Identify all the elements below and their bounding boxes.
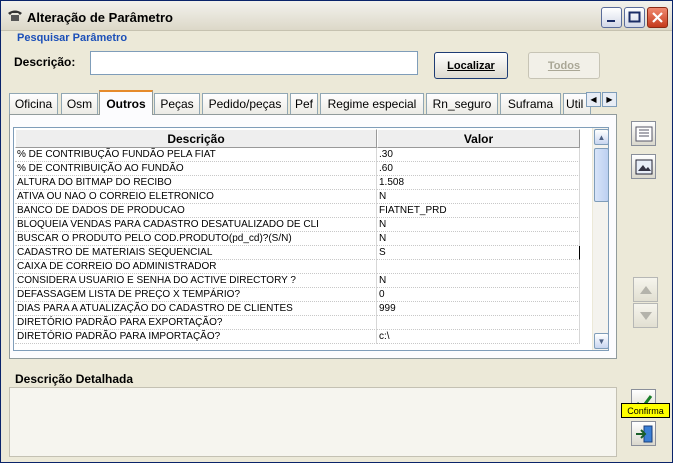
table-row[interactable]: CADASTRO DE MATERIAIS SEQUENCIAL S	[15, 246, 580, 260]
table-row[interactable]: DEFASSAGEM LISTA DE PREÇO X TEMPÁRIO? 0	[15, 288, 580, 302]
window-title: Alteração de Parâmetro	[27, 10, 173, 25]
exit-button[interactable]	[631, 421, 656, 446]
table-row[interactable]: DIAS PARA A ATUALIZAÇÃO DO CADASTRO DE C…	[15, 302, 580, 316]
detail-section-title: Descrição Detalhada	[9, 372, 617, 388]
maximize-button[interactable]	[624, 7, 645, 28]
list-view-button[interactable]	[631, 121, 656, 146]
chevron-down-icon: ▼	[597, 336, 606, 346]
tab-regime-especial[interactable]: Regime especial	[320, 93, 424, 114]
table-row[interactable]: DIRETÓRIO PADRÃO PARA EXPORTAÇÃO?	[15, 316, 580, 330]
cell-value[interactable]: N	[377, 218, 580, 232]
tab-outros[interactable]: Outros	[99, 90, 153, 115]
grid-header: Descrição Valor	[15, 129, 580, 148]
all-button-label: Todos	[547, 59, 581, 72]
close-button[interactable]	[647, 7, 668, 28]
tab-scroll-right-button[interactable]: ▶	[602, 92, 617, 107]
description-label: Descrição:	[14, 55, 76, 69]
table-row[interactable]: BLOQUEIA VENDAS PARA CADASTRO DESATUALIZ…	[15, 218, 580, 232]
cell-description: CONSIDERA USUARIO E SENHA DO ACTIVE DIRE…	[15, 274, 377, 288]
tab-osm[interactable]: Osm	[61, 93, 98, 114]
close-icon	[652, 12, 663, 23]
move-down-button[interactable]	[633, 303, 658, 328]
tab-oficina[interactable]: Oficina	[9, 93, 58, 114]
cell-description: % DE CONTRIBUÇÃO FUNDÃO PELA FIAT	[15, 148, 377, 162]
cell-description: DIRETÓRIO PADRÃO PARA IMPORTAÇÃO?	[15, 330, 377, 344]
table-row[interactable]: CONSIDERA USUARIO E SENHA DO ACTIVE DIRE…	[15, 274, 580, 288]
cell-value[interactable]: 1.508	[377, 176, 580, 190]
table-row[interactable]: BUSCAR O PRODUTO PELO COD.PRODUTO(pd_cd)…	[15, 232, 580, 246]
cell-description: BANCO DE DADOS DE PRODUCAO	[15, 204, 377, 218]
tab-pecas[interactable]: Peças	[154, 93, 200, 114]
cell-value[interactable]: 0	[377, 288, 580, 302]
cell-value-editing[interactable]: S	[377, 246, 580, 260]
cell-value[interactable]: N	[377, 232, 580, 246]
detail-textarea[interactable]	[9, 387, 617, 457]
table-row[interactable]: % DE CONTRIBUÇÃO FUNDÃO PELA FIAT .30	[15, 148, 580, 162]
cell-description: ALTURA DO BITMAP DO RECIBO	[15, 176, 377, 190]
picture-icon	[635, 159, 652, 174]
tab-pedido-pecas[interactable]: Pedido/peças	[202, 93, 288, 114]
cell-value[interactable]: N	[377, 190, 580, 204]
cell-description: BUSCAR O PRODUTO PELO COD.PRODUTO(pd_cd)…	[15, 232, 377, 246]
search-section-title: Pesquisar Parâmetro	[17, 32, 128, 44]
arrow-up-icon	[639, 285, 652, 294]
exit-door-icon	[635, 425, 652, 442]
confirm-tooltip: Confirma	[621, 403, 670, 418]
all-button[interactable]: Todos	[528, 52, 600, 79]
tab-scroll-left-button[interactable]: ◀	[586, 92, 601, 107]
scroll-thumb[interactable]	[594, 148, 608, 202]
tab-pef[interactable]: Pef	[290, 93, 318, 114]
arrow-down-icon	[639, 311, 652, 320]
cell-description: DEFASSAGEM LISTA DE PREÇO X TEMPÁRIO?	[15, 288, 377, 302]
cell-description: BLOQUEIA VENDAS PARA CADASTRO DESATUALIZ…	[15, 218, 377, 232]
cell-value[interactable]: .60	[377, 162, 580, 176]
table-row[interactable]: BANCO DE DADOS DE PRODUCAO FIATNET_PRD	[15, 204, 580, 218]
cell-description: DIAS PARA A ATUALIZAÇÃO DO CADASTRO DE C…	[15, 302, 377, 316]
cell-value[interactable]: .30	[377, 148, 580, 162]
cell-description: % DE CONTRIBUIÇÃO AO FUNDÃO	[15, 162, 377, 176]
cell-value[interactable]	[377, 260, 580, 274]
find-button[interactable]: Localizar	[434, 52, 508, 79]
column-header-description[interactable]: Descrição	[15, 129, 377, 148]
telephone-icon	[8, 10, 22, 21]
minimize-icon	[607, 20, 615, 22]
maximize-icon	[628, 11, 641, 23]
cell-description: ATIVA OU NAO O CORREIO ELETRONICO	[15, 190, 377, 204]
table-row[interactable]: CAIXA DE CORREIO DO ADMINISTRADOR	[15, 260, 580, 274]
table-row[interactable]: ATIVA OU NAO O CORREIO ELETRONICO N	[15, 190, 580, 204]
tab-strip: Oficina Osm Outros Peças Pedido/peças Pe…	[9, 90, 617, 115]
tab-rn-seguro[interactable]: Rn_seguro	[426, 93, 498, 114]
cell-value[interactable]	[377, 316, 580, 330]
table-row[interactable]: DIRETÓRIO PADRÃO PARA IMPORTAÇÃO? c:\	[15, 330, 580, 344]
title-bar[interactable]: Alteração de Parâmetro	[1, 1, 672, 31]
list-icon	[635, 126, 652, 141]
cell-value[interactable]: N	[377, 274, 580, 288]
cell-description: CAIXA DE CORREIO DO ADMINISTRADOR	[15, 260, 377, 274]
grid-rows: % DE CONTRIBUÇÃO FUNDÃO PELA FIAT .30 % D…	[15, 148, 580, 344]
column-header-value[interactable]: Valor	[377, 129, 580, 148]
scroll-up-button[interactable]: ▲	[594, 129, 608, 145]
find-button-label: Localizar	[447, 59, 495, 72]
parameters-grid[interactable]: Descrição Valor % DE CONTRIBUÇÃO FUNDÃO …	[13, 127, 609, 351]
table-row[interactable]: ALTURA DO BITMAP DO RECIBO 1.508	[15, 176, 580, 190]
minimize-button[interactable]	[601, 7, 622, 28]
scroll-down-button[interactable]: ▼	[594, 333, 608, 349]
table-row[interactable]: % DE CONTRIBUIÇÃO AO FUNDÃO .60	[15, 162, 580, 176]
arrow-right-icon: ▶	[606, 95, 613, 104]
cell-value[interactable]: c:\	[377, 330, 580, 344]
cell-value[interactable]: 999	[377, 302, 580, 316]
arrow-left-icon: ◀	[590, 95, 597, 104]
description-input[interactable]	[90, 51, 418, 75]
main-window: Alteração de Parâmetro Pesquisar Parâmet…	[0, 0, 673, 463]
image-button[interactable]	[631, 154, 656, 179]
tab-suframa[interactable]: Suframa	[500, 93, 561, 114]
cell-value[interactable]: FIATNET_PRD	[377, 204, 580, 218]
cell-description: DIRETÓRIO PADRÃO PARA EXPORTAÇÃO?	[15, 316, 377, 330]
chevron-up-icon: ▲	[597, 132, 606, 142]
grid-vertical-scrollbar[interactable]: ▲ ▼	[592, 128, 608, 350]
cell-description: CADASTRO DE MATERIAIS SEQUENCIAL	[15, 246, 377, 260]
move-up-button[interactable]	[633, 277, 658, 302]
